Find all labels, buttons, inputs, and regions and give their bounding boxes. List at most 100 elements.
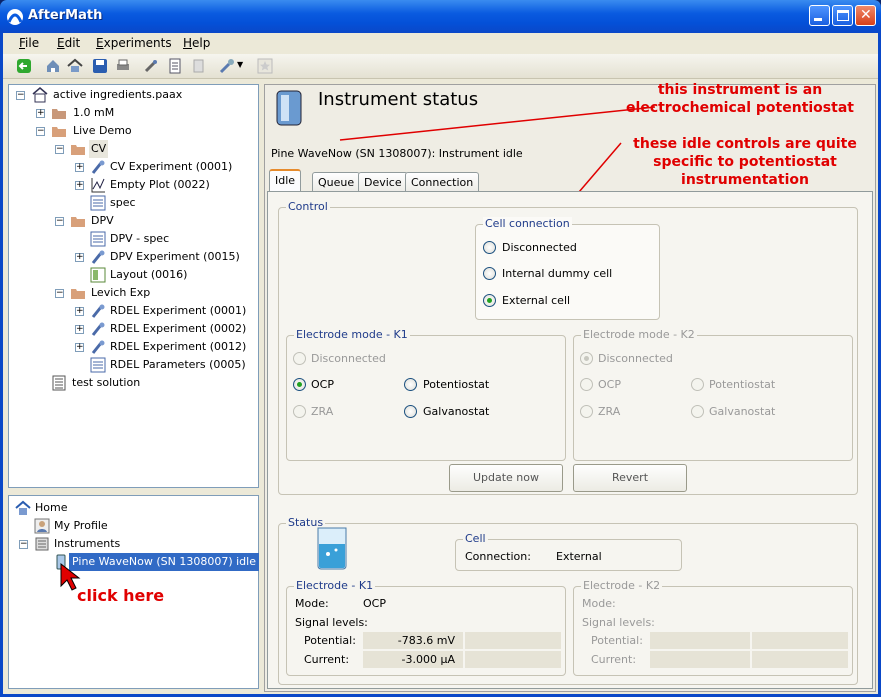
radio-k2-galvanostat[interactable] <box>691 405 704 418</box>
tree-root-label[interactable]: active ingredients.paax <box>53 86 182 104</box>
expand-toggle[interactable]: + <box>36 109 45 118</box>
tree-item[interactable]: DPV <box>91 212 114 230</box>
collapse-toggle[interactable]: − <box>55 217 64 226</box>
radio-label: Disconnected <box>311 352 386 365</box>
experiment-icon <box>91 322 105 336</box>
expand-toggle[interactable]: + <box>75 307 84 316</box>
electrode-mode-k2-title: Electrode mode - K2 <box>581 328 697 341</box>
folder-open-icon <box>71 145 85 155</box>
tree-item[interactable]: CV <box>89 140 109 158</box>
maximize-button[interactable] <box>832 5 853 26</box>
tree-item[interactable]: spec <box>110 194 136 212</box>
k1-mode-label: Mode: <box>295 597 329 610</box>
k2-potential-value <box>650 632 750 649</box>
tree-item[interactable]: Levich Exp <box>91 284 150 302</box>
nav-home[interactable]: Home <box>35 499 67 517</box>
radio-k2-disconnected[interactable] <box>580 352 593 365</box>
nav-instrument-selected[interactable]: Pine WaveNow (SN 1308007) idle <box>69 553 259 571</box>
menu-help[interactable]: Help <box>183 36 210 50</box>
window-title: AfterMath <box>28 8 103 23</box>
radio-label: Internal dummy cell <box>502 267 613 280</box>
radio-k1-disconnected[interactable] <box>293 352 306 365</box>
close-button[interactable]: ✕ <box>855 5 876 26</box>
back-icon[interactable] <box>16 58 32 74</box>
radio-k2-zra[interactable] <box>580 405 593 418</box>
toolbar: ▼ <box>3 54 878 79</box>
tree-item[interactable]: 1.0 mM <box>73 104 114 122</box>
tree-item[interactable]: RDEL Experiment (0002) <box>110 320 246 338</box>
tree-item[interactable]: RDEL Experiment (0012) <box>110 338 246 356</box>
tab-idle[interactable]: Idle <box>269 169 302 191</box>
radio-k1-zra[interactable] <box>293 405 306 418</box>
star-icon[interactable] <box>257 58 273 74</box>
tools-icon[interactable] <box>143 58 159 74</box>
copy-icon[interactable] <box>191 58 207 74</box>
solution-list-icon <box>52 375 66 391</box>
collapse-toggle[interactable]: − <box>55 145 64 154</box>
radio-k1-potentiostat[interactable] <box>404 378 417 391</box>
k1-signal-levels-label: Signal levels: <box>295 616 368 629</box>
print-icon[interactable] <box>115 58 131 74</box>
collapse-toggle[interactable]: − <box>16 91 25 100</box>
radio-cell-external[interactable] <box>483 294 496 307</box>
collapse-toggle[interactable]: − <box>55 289 64 298</box>
tree-item[interactable]: Layout (0016) <box>110 266 187 284</box>
electrode-k2-status-title: Electrode - K2 <box>581 579 663 592</box>
tree-item[interactable]: RDEL Experiment (0001) <box>110 302 246 320</box>
tree-item[interactable]: DPV Experiment (0015) <box>110 248 240 266</box>
expand-toggle[interactable]: + <box>75 253 84 262</box>
menu-file[interactable]: File <box>19 36 39 50</box>
home-icon[interactable] <box>67 58 83 74</box>
radio-cell-disconnected[interactable] <box>483 241 496 254</box>
radio-k2-potentiostat[interactable] <box>691 378 704 391</box>
collapse-toggle[interactable]: − <box>19 540 28 549</box>
folder-open-icon <box>71 289 85 299</box>
radio-cell-internal-dummy[interactable] <box>483 267 496 280</box>
tree-item[interactable]: Empty Plot (0022) <box>110 176 210 194</box>
tab-connection[interactable]: Connection <box>405 172 480 192</box>
k1-potential-extra <box>465 632 561 649</box>
k1-current-label: Current: <box>304 653 350 666</box>
expand-toggle[interactable]: + <box>75 325 84 334</box>
spec-icon <box>90 195 106 211</box>
menu-experiments[interactable]: Experiments <box>96 36 172 50</box>
radio-k1-ocp[interactable] <box>293 378 306 391</box>
menu-edit[interactable]: Edit <box>57 36 80 50</box>
instrument-status-panel: Instrument status Pine WaveNow (SN 13080… <box>264 82 876 692</box>
menu-bar: File Edit Experiments Help <box>3 33 878 53</box>
save-icon[interactable] <box>92 58 108 74</box>
update-now-button[interactable]: Update now <box>449 464 563 492</box>
title-bar[interactable]: AfterMath ✕ <box>0 0 881 33</box>
tree-item[interactable]: Live Demo <box>73 122 132 140</box>
nav-my-profile[interactable]: My Profile <box>54 517 108 535</box>
electrode-k1-status-title: Electrode - K1 <box>294 579 376 592</box>
radio-label: ZRA <box>598 405 621 418</box>
tab-device[interactable]: Device <box>358 172 408 192</box>
tab-queue[interactable]: Queue <box>312 172 361 192</box>
revert-button[interactable]: Revert <box>573 464 687 492</box>
k2-signal-levels-label: Signal levels: <box>582 616 655 629</box>
tree-item[interactable]: DPV - spec <box>110 230 169 248</box>
run-experiment-icon[interactable] <box>219 58 235 74</box>
expand-toggle[interactable]: + <box>75 163 84 172</box>
cell-connection-label: Connection: <box>465 550 531 563</box>
tree-item[interactable]: CV Experiment (0001) <box>110 158 232 176</box>
tree-item[interactable]: test solution <box>72 374 140 392</box>
radio-label: OCP <box>311 378 334 391</box>
annotation-arrow <box>339 106 655 141</box>
radio-k1-galvanostat[interactable] <box>404 405 417 418</box>
document-icon[interactable] <box>167 58 183 74</box>
minimize-button[interactable] <box>809 5 830 26</box>
collapse-toggle[interactable]: − <box>36 127 45 136</box>
home-tree-icon[interactable] <box>45 58 61 74</box>
nav-instruments[interactable]: Instruments <box>54 535 120 553</box>
radio-k2-ocp[interactable] <box>580 378 593 391</box>
profile-icon <box>34 518 50 534</box>
radio-label: Galvanostat <box>709 405 776 418</box>
folder-icon <box>52 109 66 119</box>
dropdown-arrow-icon[interactable]: ▼ <box>237 60 243 69</box>
expand-toggle[interactable]: + <box>75 343 84 352</box>
tree-item[interactable]: RDEL Parameters (0005) <box>110 356 246 374</box>
cell-status-title: Cell <box>463 532 488 545</box>
expand-toggle[interactable]: + <box>75 181 84 190</box>
